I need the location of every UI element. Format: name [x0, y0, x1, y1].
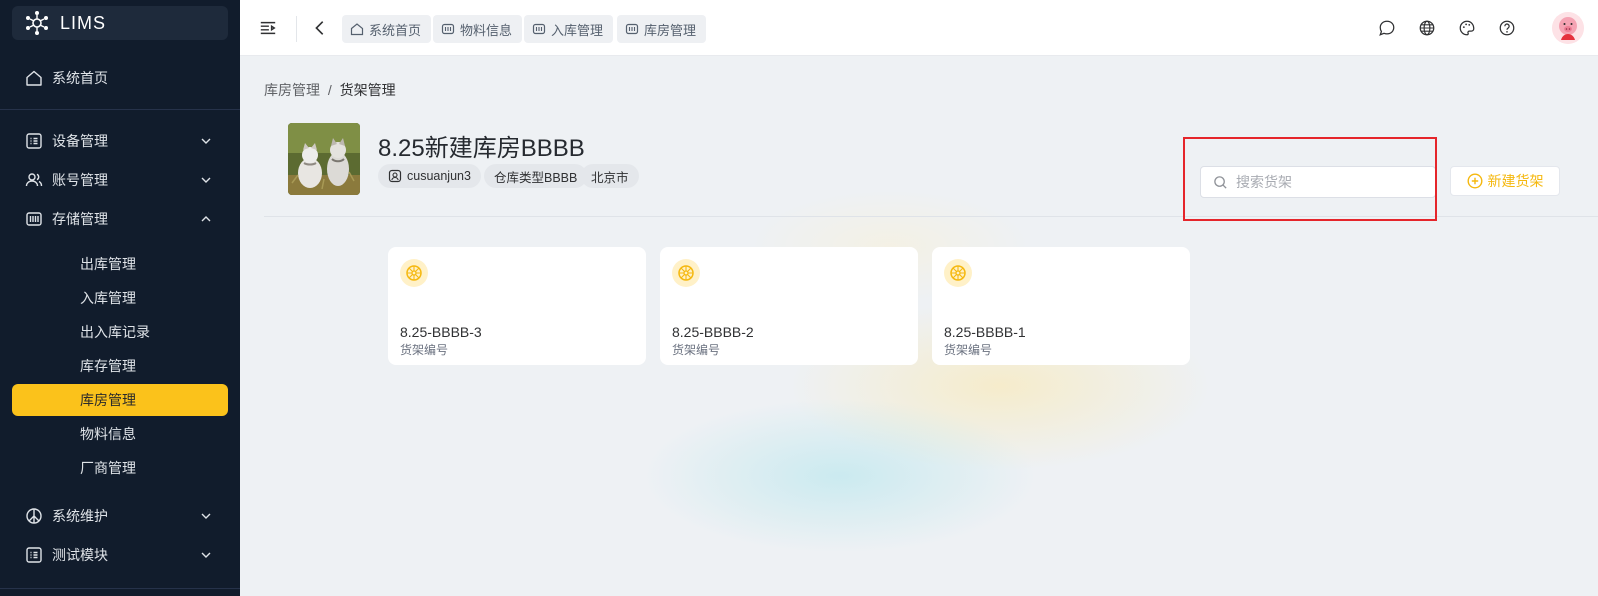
chevron-down-icon [201, 513, 211, 519]
tab-label: 库房管理 [644, 22, 697, 38]
sidebar-item-label: 系统维护 [52, 508, 108, 524]
box-icon [532, 22, 546, 36]
sidebar-subitem-label: 库存管理 [80, 358, 136, 374]
shelf-card[interactable]: 8.25-BBBB-1 货架编号 [932, 247, 1190, 365]
sidebar-item-maintenance[interactable]: 系统维护 [12, 498, 228, 534]
sidebar-item-label: 存储管理 [52, 211, 108, 227]
tab-inbound[interactable]: 入库管理 [524, 15, 614, 43]
user-badge-icon [388, 169, 402, 183]
tab-label: 系统首页 [369, 22, 422, 38]
shelf-icon [944, 259, 972, 287]
chevron-down-icon [201, 177, 211, 183]
help-icon[interactable] [1497, 18, 1517, 38]
tab-home[interactable]: 系统首页 [342, 15, 432, 43]
sidebar-item-home[interactable]: 系统首页 [12, 60, 228, 96]
sidebar-subitem-warehouse[interactable]: 库房管理 [12, 384, 228, 416]
shelf-card[interactable]: 8.25-BBBB-3 货架编号 [388, 247, 646, 365]
storage-icon [24, 209, 44, 229]
shelf-name: 8.25-BBBB-3 [400, 324, 482, 340]
breadcrumb-separator: / [327, 82, 332, 98]
sidebar-subitem-vendors[interactable]: 厂商管理 [12, 452, 228, 484]
top-header: 系统首页 物料信息 入库管理 库房管理 [240, 0, 1598, 56]
sidebar: LIMS 系统首页 设备管理 账号管理 存储管理 出库管理 入库管理 出入库记录… [0, 0, 240, 596]
sidebar-subitem-label: 出库管理 [80, 256, 136, 272]
tab-label: 入库管理 [551, 22, 604, 38]
sidebar-subitem-label: 厂商管理 [80, 460, 136, 476]
sidebar-divider [0, 109, 240, 110]
box-icon [441, 22, 455, 36]
sidebar-item-test[interactable]: 测试模块 [12, 537, 228, 573]
sidebar-divider [0, 588, 240, 589]
peace-icon [24, 506, 44, 526]
sidebar-item-label: 账号管理 [52, 172, 108, 188]
logo-icon [26, 11, 48, 35]
sidebar-item-label: 设备管理 [52, 133, 108, 149]
globe-icon[interactable] [1417, 18, 1437, 38]
app-title: LIMS [60, 12, 107, 33]
new-shelf-label: 新建货架 [1487, 173, 1544, 189]
grid-icon [24, 131, 44, 151]
shelf-sub-label: 货架编号 [672, 343, 721, 357]
shelf-icon [400, 259, 428, 287]
chevron-down-icon [201, 138, 211, 144]
sidebar-subitem-records[interactable]: 出入库记录 [12, 316, 228, 348]
chip-label: cusuanjun3 [407, 169, 471, 183]
breadcrumb: 库房管理 / 货架管理 [264, 80, 396, 100]
chip-label: 仓库类型BBBB [494, 170, 578, 185]
app-logo[interactable]: LIMS [12, 6, 228, 40]
sidebar-subitem-inventory[interactable]: 库存管理 [12, 350, 228, 382]
tab-label: 物料信息 [460, 22, 513, 38]
chat-icon[interactable] [1377, 18, 1397, 38]
home-icon [24, 68, 44, 88]
shelf-name: 8.25-BBBB-1 [944, 324, 1026, 340]
shelf-icon [672, 259, 700, 287]
box-icon [625, 22, 639, 36]
users-icon [24, 170, 44, 190]
tab-warehouse[interactable]: 库房管理 [617, 15, 707, 43]
header-divider [296, 16, 297, 42]
sidebar-subitem-label: 库房管理 [80, 392, 136, 408]
sidebar-item-storage[interactable]: 存储管理 [12, 201, 228, 237]
type-chip: 仓库类型BBBB [484, 164, 588, 188]
warehouse-image [288, 123, 360, 195]
sidebar-subitem-inbound[interactable]: 入库管理 [12, 282, 228, 314]
new-shelf-button[interactable]: 新建货架 [1450, 166, 1560, 196]
owner-chip: cusuanjun3 [378, 164, 481, 188]
shelf-name: 8.25-BBBB-2 [672, 324, 754, 340]
chevron-up-icon [201, 216, 211, 222]
city-chip: 北京市 [581, 164, 639, 188]
grid-icon [24, 545, 44, 565]
shelf-card[interactable]: 8.25-BBBB-2 货架编号 [660, 247, 918, 365]
breadcrumb-parent[interactable]: 库房管理 [264, 82, 320, 98]
sidebar-subitem-label: 入库管理 [80, 290, 136, 306]
sidebar-subitem-label: 出入库记录 [80, 324, 150, 340]
back-icon[interactable] [310, 18, 330, 38]
home-icon [350, 22, 364, 36]
shelf-sub-label: 货架编号 [400, 343, 449, 357]
sidebar-subitem-label: 物料信息 [80, 426, 136, 442]
highlight-box [1183, 137, 1437, 221]
warehouse-title: 8.25新建库房BBBB [378, 135, 585, 162]
sidebar-subitem-outbound[interactable]: 出库管理 [12, 248, 228, 280]
breadcrumb-current: 货架管理 [339, 82, 396, 98]
sidebar-subitem-materials[interactable]: 物料信息 [12, 418, 228, 450]
tab-materials[interactable]: 物料信息 [433, 15, 523, 43]
shelf-sub-label: 货架编号 [944, 343, 993, 357]
avatar[interactable] [1552, 12, 1584, 44]
chip-label: 北京市 [591, 170, 629, 185]
chevron-down-icon [201, 552, 211, 558]
cats-photo-icon [288, 123, 360, 195]
sidebar-item-label: 测试模块 [52, 547, 108, 563]
sidebar-item-label: 系统首页 [52, 70, 108, 86]
plus-circle-icon [1466, 173, 1483, 189]
palette-icon[interactable] [1457, 18, 1477, 38]
pig-avatar-icon [1552, 12, 1584, 44]
menu-fold-icon[interactable] [258, 18, 278, 38]
sidebar-item-equipment[interactable]: 设备管理 [12, 123, 228, 159]
sidebar-item-accounts[interactable]: 账号管理 [12, 162, 228, 198]
